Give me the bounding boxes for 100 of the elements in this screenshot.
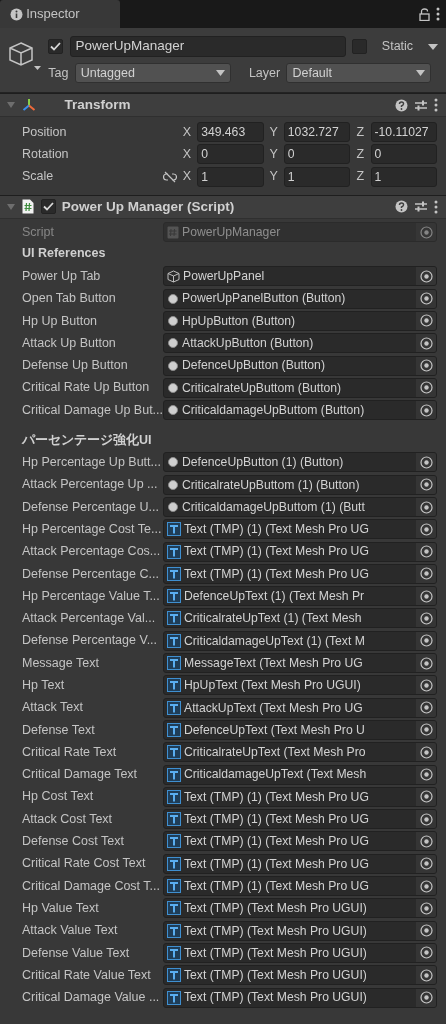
object-field[interactable]: DefenceUpText (Text Mesh Pro U [163, 719, 437, 740]
object-field[interactable]: Text (TMP) (Text Mesh Pro UGUI) [163, 898, 437, 919]
object-picker-button[interactable] [416, 631, 436, 650]
object-field[interactable]: Text (TMP) (Text Mesh Pro UGUI) [163, 942, 437, 963]
object-field[interactable]: PowerUpPanel [163, 266, 437, 287]
object-picker-button[interactable] [416, 334, 436, 353]
object-picker-button[interactable] [416, 498, 436, 516]
number-field[interactable]: 0 [370, 144, 437, 165]
field-label: Critical Rate Cost Text [21, 855, 147, 873]
object-field[interactable]: CriticaldamageUpText (Text Mesh [163, 764, 437, 785]
help-icon[interactable] [394, 98, 408, 112]
checkbox[interactable] [48, 39, 64, 54]
sliders-icon[interactable] [413, 98, 428, 112]
object-picker-button[interactable] [416, 743, 436, 762]
more-options-icon[interactable] [435, 7, 440, 21]
name-field[interactable]: PowerUpManager [69, 36, 346, 57]
object-field[interactable]: Text (TMP) (1) (Text Mesh Pro UG [163, 876, 437, 897]
object-picker-button[interactable] [416, 765, 436, 784]
object-field[interactable]: Text (TMP) (1) (Text Mesh Pro UG [163, 831, 437, 852]
object-field[interactable]: Text (TMP) (1) (Text Mesh Pro UG [163, 786, 437, 807]
object-field[interactable]: HpUpButton (Button) [163, 310, 437, 331]
radio-dot-icon [167, 478, 179, 491]
object-picker-button[interactable] [416, 854, 436, 873]
object-picker-button[interactable] [416, 267, 436, 286]
object-picker-button[interactable] [416, 810, 436, 829]
object-picker-button[interactable] [416, 401, 436, 420]
axis-gizmo-icon [22, 98, 37, 112]
radio-dot-icon [167, 337, 179, 350]
object-field[interactable]: CriticaldamageUpButtom (Button) [163, 400, 437, 421]
object-picker-button[interactable] [416, 289, 436, 308]
object-field[interactable]: Text (TMP) (Text Mesh Pro UGUI) [163, 920, 437, 941]
object-picker-button[interactable] [416, 520, 436, 539]
object-field[interactable]: HpUpText (Text Mesh Pro UGUI) [163, 675, 437, 696]
object-picker-button[interactable] [416, 787, 436, 806]
tag-dropdown[interactable]: Untagged [74, 63, 231, 84]
object-field[interactable]: Text (TMP) (1) (Text Mesh Pro UG [163, 563, 437, 584]
number-field[interactable]: 1 [283, 166, 351, 187]
sliders-icon[interactable] [413, 200, 428, 214]
section-heading: UI References [22, 245, 106, 263]
object-picker-button[interactable] [416, 943, 436, 962]
object-field[interactable]: Text (TMP) (1) (Text Mesh Pro UG [163, 853, 437, 874]
object-picker-button[interactable] [416, 564, 436, 583]
object-picker-button[interactable] [416, 899, 436, 918]
more-options-icon[interactable] [434, 98, 438, 112]
component-header[interactable]: Transform [0, 93, 446, 117]
object-field[interactable]: Text (TMP) (1) (Text Mesh Pro UG [163, 541, 437, 562]
number-field[interactable]: 1 [197, 166, 264, 187]
object-picker-button[interactable] [416, 921, 436, 940]
help-icon[interactable] [394, 200, 408, 214]
number-field[interactable]: 1 [370, 166, 437, 187]
object-field[interactable]: DefenceUpButton (1) (Button) [163, 452, 437, 473]
target-icon [419, 545, 433, 559]
object-field[interactable]: DefenceUpText (1) (Text Mesh Pr [163, 586, 437, 607]
lock-icon[interactable] [418, 7, 430, 21]
number-field[interactable]: 0 [197, 144, 264, 165]
inspector-tab[interactable]: Inspector [0, 0, 120, 28]
object-picker-button[interactable] [416, 587, 436, 606]
unlinked-chain-icon[interactable] [162, 170, 177, 183]
object-picker-button[interactable] [416, 676, 436, 695]
object-field[interactable]: CriticalrateUpText (Text Mesh Pro [163, 742, 437, 763]
object-field[interactable]: CriticaldamageUpButtom (1) (Butt [163, 497, 437, 517]
object-field[interactable]: PowerUpPanelButton (Button) [163, 288, 437, 309]
object-field[interactable]: CriticalrateUpButtom (1) (Button) [163, 474, 437, 495]
object-picker-button[interactable] [416, 378, 436, 397]
layer-dropdown[interactable]: Default [286, 63, 432, 84]
checkbox[interactable] [352, 39, 367, 54]
object-field[interactable]: Text (TMP) (Text Mesh Pro UGUI) [163, 987, 437, 1008]
object-picker-button[interactable] [416, 609, 436, 628]
object-picker-button[interactable] [416, 877, 436, 896]
object-field[interactable]: MessageText (Text Mesh Pro UG [163, 653, 437, 674]
object-picker-button[interactable] [416, 311, 436, 330]
object-picker-button[interactable] [416, 966, 436, 985]
object-picker-button[interactable] [416, 542, 436, 561]
object-field[interactable]: CriticaldamageUpText (1) (Text M [163, 630, 437, 651]
number-field[interactable]: 349.463 [197, 122, 264, 143]
object-picker-button[interactable] [416, 453, 436, 472]
more-options-icon[interactable] [434, 199, 438, 214]
object-field[interactable]: CriticalrateUpButtom (Button) [163, 377, 437, 398]
text-icon [167, 812, 181, 827]
object-field[interactable]: Text (TMP) (1) (Text Mesh Pro UG [163, 809, 437, 830]
object-picker-button[interactable] [416, 654, 436, 673]
object-picker-button[interactable] [416, 832, 436, 851]
object-field[interactable]: CriticalrateUpText (1) (Text Mesh [163, 608, 437, 629]
target-icon [419, 589, 433, 603]
object-picker-button[interactable] [416, 475, 436, 494]
number-field[interactable]: 1032.727 [283, 122, 351, 143]
number-field[interactable]: 0 [283, 144, 351, 165]
object-field[interactable]: DefenceUpButton (Button) [163, 355, 437, 376]
object-picker-button[interactable] [416, 988, 436, 1007]
field-label: Hp Cost Text [21, 788, 95, 806]
object-picker-button[interactable] [416, 720, 436, 739]
object-field[interactable]: Text (TMP) (Text Mesh Pro UGUI) [163, 965, 437, 986]
object-field[interactable]: AttackUpButton (Button) [163, 333, 437, 354]
object-field[interactable]: AttackUpText (Text Mesh Pro UG [163, 697, 437, 718]
object-picker-button[interactable] [416, 356, 436, 375]
field-label: Hp Percentage Cost Te... [21, 520, 163, 538]
object-field[interactable]: Text (TMP) (1) (Text Mesh Pro UG [163, 519, 437, 540]
caret-icon[interactable] [428, 43, 438, 50]
object-picker-button[interactable] [416, 698, 436, 717]
number-field[interactable]: -10.11027 [370, 122, 437, 143]
